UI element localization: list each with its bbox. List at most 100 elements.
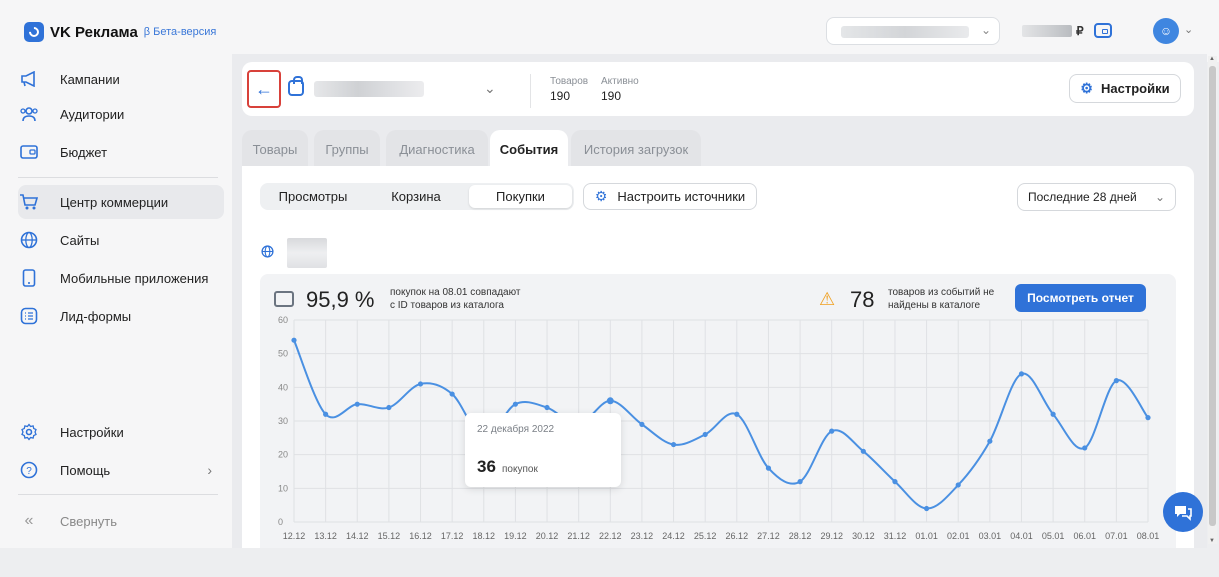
tab-label: Группы xyxy=(325,141,369,157)
sidebar-item-label: Аудитории xyxy=(60,106,125,122)
settings-button-label: Настройки xyxy=(1100,81,1170,96)
match-text-line2: с ID товаров из каталога xyxy=(390,300,504,311)
balance-redacted xyxy=(1022,25,1072,37)
sidebar-item-sites[interactable]: Сайты xyxy=(18,223,224,257)
data-point xyxy=(734,411,740,417)
help-icon: ? xyxy=(18,459,40,481)
data-point xyxy=(639,421,645,427)
tooltip-unit: покупок xyxy=(502,464,538,475)
chat-support-button[interactable] xyxy=(1163,492,1203,532)
chevron-down-icon[interactable]: ⌄ xyxy=(1184,23,1193,36)
products-stat: Товаров 190 xyxy=(550,76,588,103)
logo[interactable]: VK Реклама β Бета-версия xyxy=(24,22,216,42)
configure-sources-button[interactable]: ⚙ Настроить источники xyxy=(583,183,757,210)
data-point xyxy=(1050,411,1056,417)
sidebar-item-audiences[interactable]: Аудитории xyxy=(18,97,224,131)
data-point xyxy=(606,397,614,405)
tab-upload-history[interactable]: История загрузок xyxy=(571,130,701,168)
x-tick-label: 18.12 xyxy=(473,531,496,541)
chevron-down-icon: ⌄ xyxy=(980,23,991,37)
form-icon xyxy=(18,305,40,327)
scrollbar-thumb[interactable] xyxy=(1209,66,1216,526)
sidebar-collapse-label: Свернуть xyxy=(60,513,118,529)
data-point xyxy=(923,505,930,512)
catalog-name-redacted[interactable] xyxy=(314,81,424,97)
account-select[interactable]: ⌄ xyxy=(826,17,1000,45)
y-tick-label: 20 xyxy=(278,450,288,460)
catalog-settings-button[interactable]: ⚙ Настройки xyxy=(1069,74,1181,103)
sidebar-item-settings[interactable]: Настройки xyxy=(18,415,224,449)
x-tick-label: 24.12 xyxy=(662,531,685,541)
sidebar-item-campaigns[interactable]: Кампании xyxy=(18,62,224,96)
subtab-label: Просмотры xyxy=(278,189,348,204)
app-name: VK Реклама xyxy=(50,23,138,41)
sidebar-item-label: Лид-формы xyxy=(60,308,132,324)
subtab-cart[interactable]: Корзина xyxy=(366,185,466,208)
subtab-purchases[interactable]: Покупки xyxy=(469,185,572,208)
x-tick-label: 17.12 xyxy=(441,531,464,541)
arrow-left-icon: ← xyxy=(255,78,273,99)
back-button[interactable]: ← xyxy=(247,70,281,108)
page-scrollbar[interactable]: ▲ ▼ xyxy=(1208,56,1217,544)
scroll-down-icon[interactable]: ▼ xyxy=(1209,538,1215,544)
x-tick-label: 08.01 xyxy=(1137,531,1160,541)
x-tick-label: 12.12 xyxy=(283,531,306,541)
tooltip-value: 36 xyxy=(477,457,496,476)
catalog-match-icon xyxy=(274,291,294,307)
x-tick-label: 25.12 xyxy=(694,531,717,541)
scroll-up-icon[interactable]: ▲ xyxy=(1209,56,1215,62)
purchases-line-chart: 0 10 20 30 40 50 60 12.12 13.12 14.12 15.12 16.12 17… xyxy=(278,315,1160,541)
x-tick-label: 19.12 xyxy=(504,531,527,541)
wallet-icon[interactable] xyxy=(1094,23,1112,38)
chat-icon xyxy=(1175,506,1192,521)
sidebar-collapse[interactable]: « Свернуть xyxy=(18,504,224,538)
data-point xyxy=(987,438,993,444)
x-tick-label: 15.12 xyxy=(378,531,401,541)
active-label: Активно xyxy=(601,76,639,87)
header-divider xyxy=(530,74,531,108)
missing-text-line1: товаров из событий не xyxy=(888,287,995,298)
x-tick-label: 28.12 xyxy=(789,531,812,541)
data-point xyxy=(892,479,898,485)
x-tick-label: 20.12 xyxy=(536,531,559,541)
x-tick-label: 14.12 xyxy=(346,531,369,541)
subtab-views[interactable]: Просмотры xyxy=(262,185,364,208)
svg-text:?: ? xyxy=(26,466,32,477)
x-tick-label: 07.01 xyxy=(1105,531,1128,541)
globe-icon xyxy=(18,229,40,251)
y-tick-label: 30 xyxy=(278,416,288,426)
tab-groups[interactable]: Группы xyxy=(314,130,380,168)
cart-icon xyxy=(18,191,40,213)
sidebar-item-label: Мобильные приложения xyxy=(60,270,209,286)
data-point xyxy=(955,482,961,488)
tab-label: Диагностика xyxy=(399,141,475,157)
sidebar-item-mobile-apps[interactable]: Мобильные приложения xyxy=(18,261,224,295)
data-point xyxy=(449,391,455,397)
view-report-button[interactable]: Посмотреть отчет xyxy=(1015,284,1146,312)
chevron-down-icon: ⌄ xyxy=(1154,190,1165,204)
y-tick-label: 50 xyxy=(278,349,288,359)
y-tick-label: 0 xyxy=(278,517,283,527)
sidebar-item-commerce-center[interactable]: Центр коммерции xyxy=(18,185,224,219)
active-stat: Активно 190 xyxy=(601,76,639,103)
tab-events[interactable]: События xyxy=(490,130,568,168)
active-value: 190 xyxy=(601,89,622,103)
tab-products[interactable]: Товары xyxy=(242,130,308,168)
period-select[interactable]: Последние 28 дней ⌄ xyxy=(1017,183,1176,211)
x-tick-label: 04.01 xyxy=(1010,531,1033,541)
sidebar-item-help[interactable]: ? Помощь › xyxy=(18,453,224,487)
data-point xyxy=(323,411,329,417)
tab-diagnostics[interactable]: Диагностика xyxy=(386,130,488,168)
sidebar-item-label: Сайты xyxy=(60,232,100,248)
phone-icon xyxy=(18,267,40,289)
sidebar-item-budget[interactable]: Бюджет xyxy=(18,135,224,169)
x-tick-label: 30.12 xyxy=(852,531,875,541)
sidebar-item-lead-forms[interactable]: Лид-формы xyxy=(18,299,224,333)
x-tick-label: 03.01 xyxy=(979,531,1002,541)
subtab-label: Покупки xyxy=(496,189,545,204)
data-point xyxy=(797,479,803,485)
data-point xyxy=(512,401,519,407)
x-tick-label: 27.12 xyxy=(757,531,780,541)
avatar[interactable]: ☺ xyxy=(1153,18,1179,44)
chevron-down-icon[interactable]: ⌄ xyxy=(484,80,496,97)
